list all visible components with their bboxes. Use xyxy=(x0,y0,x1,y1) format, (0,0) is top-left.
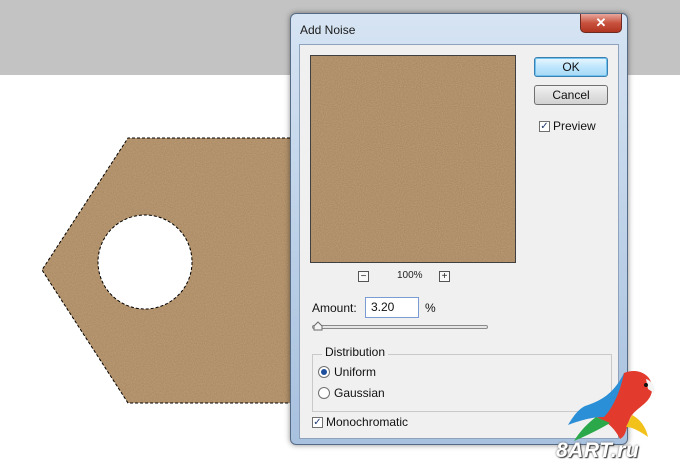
watermark-text: 8ART.ru xyxy=(556,439,640,462)
monochromatic-label: Monochromatic xyxy=(326,415,409,429)
zoom-out-button[interactable]: − xyxy=(358,271,369,282)
checkmark-icon: ✓ xyxy=(313,417,322,428)
cancel-button[interactable]: Cancel xyxy=(534,85,608,105)
uniform-label: Uniform xyxy=(334,365,377,379)
radio-selected-dot xyxy=(321,369,327,375)
preview-checkbox[interactable]: ✓ xyxy=(539,121,550,132)
checkmark-icon: ✓ xyxy=(540,121,549,132)
gaussian-radio[interactable] xyxy=(318,387,330,399)
gaussian-label: Gaussian xyxy=(334,386,385,400)
ok-button[interactable]: OK xyxy=(534,57,608,77)
amount-label: Amount: xyxy=(312,301,357,315)
preview-image xyxy=(311,56,515,262)
noise-preview[interactable] xyxy=(310,55,516,263)
uniform-radio[interactable] xyxy=(318,366,330,378)
monochromatic-checkbox[interactable]: ✓ xyxy=(312,417,323,428)
distribution-label: Distribution xyxy=(322,345,389,359)
amount-unit: % xyxy=(425,301,436,315)
parrot-icon xyxy=(568,371,655,441)
zoom-in-button[interactable]: + xyxy=(439,271,450,282)
tag-hole xyxy=(97,214,193,310)
gift-tag-shape xyxy=(41,137,300,404)
zoom-level: 100% xyxy=(397,270,423,281)
slider-thumb[interactable] xyxy=(313,321,323,331)
close-button[interactable]: ✕ xyxy=(580,14,622,33)
amount-input[interactable]: 3.20 xyxy=(365,297,419,318)
preview-label: Preview xyxy=(553,119,596,133)
dialog-title: Add Noise xyxy=(300,23,356,37)
amount-slider[interactable] xyxy=(312,325,488,329)
